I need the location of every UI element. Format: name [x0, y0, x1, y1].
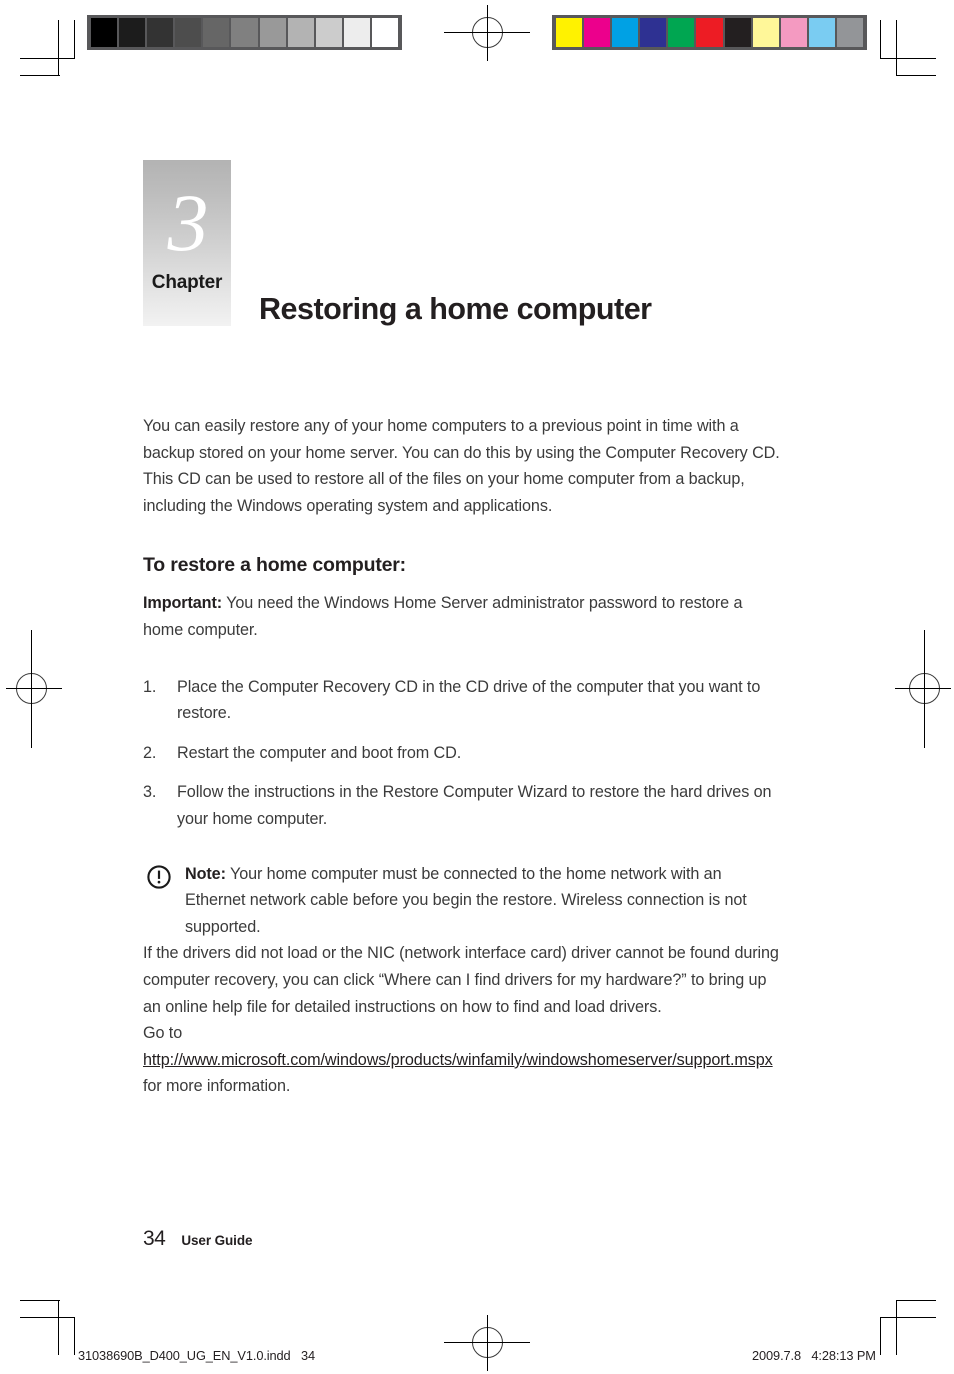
step-number: 1.	[143, 677, 157, 696]
section-heading: To restore a home computer:	[143, 554, 406, 577]
note-label: Note:	[185, 864, 226, 883]
step-text: Follow the instructions in the Restore C…	[177, 783, 772, 828]
intro-paragraph: You can easily restore any of your home …	[143, 417, 780, 515]
microsoft-support-link[interactable]: http://www.microsoft.com/windows/product…	[143, 1051, 773, 1069]
note-body: Your home computer must be connected to …	[185, 864, 747, 936]
page-title: Restoring a home computer	[259, 292, 652, 327]
note-callout: Note: Your home computer must be connect…	[143, 861, 781, 941]
important-label: Important:	[143, 594, 223, 613]
chapter-badge: 3 Chapter	[143, 160, 231, 326]
list-item: 1. Place the Computer Recovery CD in the…	[143, 674, 781, 727]
drivers-paragraph: If the drivers did not load or the NIC (…	[143, 944, 779, 1016]
important-paragraph: Important: You need the Windows Home Ser…	[143, 590, 781, 643]
link-prefix: Go to	[143, 1024, 183, 1043]
step-text: Place the Computer Recovery CD in the CD…	[177, 677, 761, 723]
body-column: You can easily restore any of your home …	[143, 413, 781, 1100]
link-paragraph: Go to http://www.microsoft.com/windows/p…	[143, 1020, 781, 1100]
chapter-number: 3	[167, 177, 209, 268]
steps-list: 1. Place the Computer Recovery CD in the…	[143, 674, 781, 833]
note-text: Note: Your home computer must be connect…	[185, 861, 781, 941]
step-number: 3.	[143, 783, 157, 802]
document-page: 3 Chapter Restoring a home computer You …	[0, 0, 954, 1374]
exclamation-circle-icon	[146, 864, 172, 890]
chapter-word-label: Chapter	[151, 272, 223, 293]
list-item: 2. Restart the computer and boot from CD…	[143, 740, 781, 767]
important-text: You need the Windows Home Server adminis…	[143, 594, 743, 639]
guide-label: User Guide	[181, 1233, 253, 1248]
step-number: 2.	[143, 743, 157, 762]
step-text: Restart the computer and boot from CD.	[177, 743, 462, 762]
list-item: 3. Follow the instructions in the Restor…	[143, 779, 781, 832]
page-number: 34	[143, 1227, 166, 1250]
page-footer: 34 User Guide	[143, 1227, 252, 1251]
link-suffix: for more information.	[143, 1077, 291, 1096]
